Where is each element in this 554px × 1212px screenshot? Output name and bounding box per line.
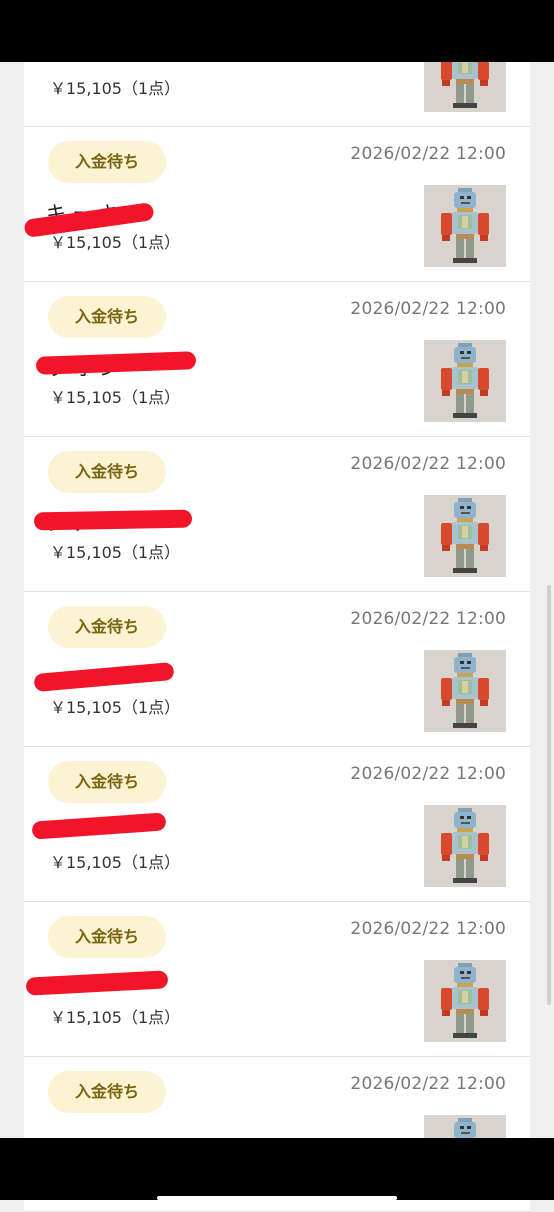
order-date: 2026/02/22 12:00: [350, 144, 506, 164]
order-card[interactable]: 入金待ち 2026/02/22 12:00 ￥15,105（1点）: [24, 747, 530, 902]
redaction-mark: [33, 509, 193, 531]
order-date: 2026/02/22 12:00: [350, 1074, 506, 1094]
order-date: 2026/02/22 12:00: [350, 454, 506, 474]
order-card[interactable]: 入金待ち 2026/02/22 12:00 ア ア ￥15,105（1点）: [24, 437, 530, 592]
redaction-mark: [31, 812, 167, 840]
order-card[interactable]: 入金待ち 2026/02/22 12:00 ウ オ ン ￥15,105（1点）: [24, 282, 530, 437]
robot-toy-icon: [424, 340, 506, 422]
home-indicator[interactable]: [157, 1196, 397, 1200]
order-price: ￥15,105（1点）: [50, 1008, 181, 1027]
order-price: ￥15,105（1点）: [50, 543, 181, 562]
order-price: ￥15,105（1点）: [50, 853, 181, 872]
robot-toy-icon: [424, 495, 506, 577]
order-card[interactable]: 入金待ち 2026/02/22 12:00 ￥15,105（1点）: [24, 902, 530, 1057]
payment-pending-badge: 入金待ち: [48, 451, 166, 493]
order-price: ￥15,105（1点）: [50, 388, 181, 407]
robot-toy-icon: [424, 805, 506, 887]
product-thumbnail[interactable]: [424, 650, 506, 732]
scrollbar[interactable]: [547, 585, 551, 1005]
order-price: ￥15,105（1点）: [50, 79, 181, 98]
redaction-mark: [33, 661, 175, 693]
order-price: ￥15,105（1点）: [50, 698, 181, 717]
robot-toy-icon: [424, 650, 506, 732]
robot-toy-icon: [424, 960, 506, 1042]
order-date: 2026/02/22 12:00: [350, 299, 506, 319]
order-date: 2026/02/22 12:00: [350, 764, 506, 784]
redaction-mark: [25, 970, 169, 996]
product-thumbnail[interactable]: [424, 805, 506, 887]
order-date: 2026/02/22 12:00: [350, 919, 506, 939]
product-thumbnail[interactable]: [424, 495, 506, 577]
payment-pending-badge: 入金待ち: [48, 606, 166, 648]
payment-pending-badge: 入金待ち: [48, 296, 166, 338]
payment-pending-badge: 入金待ち: [48, 141, 166, 183]
order-date: 2026/02/22 12:00: [350, 609, 506, 629]
order-card[interactable]: 入金待ち 2026/02/22 12:00 ￥15,105（1点）: [24, 592, 530, 747]
order-list: ￥15,105（1点） 入金待ち 2026/02/22 12:00 ￥15,10…: [23, 0, 530, 1212]
product-thumbnail[interactable]: [424, 185, 506, 267]
payment-pending-badge: 入金待ち: [48, 916, 166, 958]
status-bar: [0, 0, 554, 62]
payment-pending-badge: 入金待ち: [48, 1071, 166, 1113]
product-thumbnail[interactable]: [424, 960, 506, 1042]
product-thumbnail[interactable]: [424, 340, 506, 422]
home-indicator-bar: [0, 1138, 554, 1200]
order-price: ￥15,105（1点）: [50, 233, 181, 252]
robot-toy-icon: [424, 185, 506, 267]
payment-pending-badge: 入金待ち: [48, 761, 166, 803]
order-card[interactable]: 入金待ち 2026/02/22 12:00 キ ー キ ￥15,105（1点）: [23, 127, 530, 282]
